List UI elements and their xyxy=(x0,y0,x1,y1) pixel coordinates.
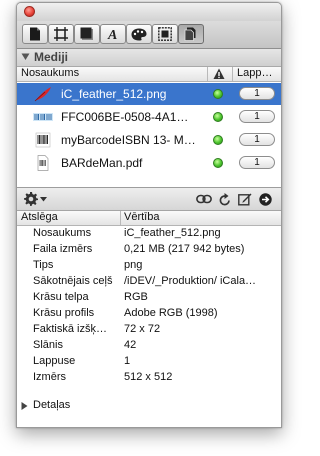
property-value: 72 x 72 xyxy=(124,323,161,335)
column-value-header[interactable]: Vērtība xyxy=(124,211,159,223)
page-badge[interactable]: 1 xyxy=(239,110,275,123)
document-icon xyxy=(30,27,40,41)
edit-icon xyxy=(237,193,251,206)
warning-icon[interactable] xyxy=(213,68,225,80)
status-ok-indicator xyxy=(213,89,223,99)
property-row: Tips png xyxy=(17,258,281,274)
column-separator xyxy=(232,67,233,81)
update-button[interactable] xyxy=(217,191,233,207)
document-tab[interactable] xyxy=(22,24,48,44)
media-name: myBarcodeISBN 13- M… xyxy=(61,133,196,147)
property-row: Faktiskā izšķ… 72 x 72 xyxy=(17,322,281,338)
image-frame-icon xyxy=(158,27,172,41)
property-row: Slānis 42 xyxy=(17,338,281,354)
media-section-title: Mediji xyxy=(34,50,69,64)
media-row[interactable]: BARdeMan.pdf 1 xyxy=(17,152,281,174)
property-value: 0,21 MB (217 942 bytes) xyxy=(124,243,245,255)
property-row: Lappuse 1 xyxy=(17,354,281,370)
media-list[interactable]: iC_feather_512.png 1 FFC006BE-0508-4A1… … xyxy=(17,82,281,183)
crop-tab[interactable] xyxy=(48,24,74,44)
media-name: BARdeMan.pdf xyxy=(61,156,143,170)
media-row[interactable]: myBarcodeISBN 13- M… 1 xyxy=(17,129,281,151)
column-key-header[interactable]: Atslēga xyxy=(21,211,58,223)
go-arrow-icon xyxy=(259,192,272,206)
property-key: Tips xyxy=(33,259,54,271)
property-row: Nosaukums iC_feather_512.png xyxy=(17,226,281,242)
pdf-file-icon xyxy=(37,155,49,171)
media-name: FFC006BE-0508-4A1… xyxy=(61,110,189,124)
column-name-header[interactable]: Nosaukums xyxy=(21,67,79,79)
media-icon xyxy=(184,27,196,41)
property-key: Krāsu profils xyxy=(33,307,95,319)
media-row[interactable]: iC_feather_512.png 1 xyxy=(17,83,281,105)
status-ok-indicator xyxy=(213,112,223,122)
page-badge[interactable]: 1 xyxy=(239,156,275,169)
gear-icon xyxy=(23,192,38,206)
action-menu-button[interactable] xyxy=(23,191,47,207)
page-badge[interactable]: 1 xyxy=(239,87,275,100)
property-key: Lappuse xyxy=(33,355,76,367)
text-tab[interactable]: A xyxy=(100,24,126,44)
property-row: Sākotnējais ceļš /iDEV/_Produktion/ iCal… xyxy=(17,274,281,290)
edit-original-button[interactable] xyxy=(236,191,253,207)
column-separator xyxy=(120,211,121,225)
property-value: Adobe RGB (1998) xyxy=(124,307,218,319)
barcode-isbn-icon xyxy=(35,132,51,148)
text-icon: A xyxy=(107,28,117,41)
image-tab[interactable] xyxy=(152,24,178,44)
property-key: Faila izmērs xyxy=(33,243,93,255)
property-value: /iDEV/_Produktion/ iCala… xyxy=(124,275,257,287)
go-to-link-button[interactable] xyxy=(257,191,274,207)
property-row: Izmērs 512 x 512 xyxy=(17,370,281,386)
palette-icon xyxy=(131,28,147,40)
link-icon xyxy=(196,194,212,204)
media-row[interactable]: FFC006BE-0508-4A1… 1 xyxy=(17,106,281,128)
media-table-header: Nosaukums Lapp… xyxy=(17,67,281,82)
property-row: Krāsu profils Adobe RGB (1998) xyxy=(17,306,281,322)
crop-frame-icon xyxy=(54,27,68,41)
media-section-header[interactable]: Mediji xyxy=(17,49,281,67)
media-tab[interactable] xyxy=(178,24,204,44)
media-inspector-window: A Mediji Nosaukums Lapp… iC_feather_512.… xyxy=(16,2,282,428)
shadow-box-icon xyxy=(80,27,93,40)
close-button[interactable] xyxy=(24,6,35,17)
media-name: iC_feather_512.png xyxy=(61,87,167,101)
property-row: Faila izmērs 0,21 MB (217 942 bytes) xyxy=(17,242,281,258)
disclosure-triangle-icon[interactable] xyxy=(21,402,28,410)
svg-text:A: A xyxy=(107,28,117,41)
feather-icon xyxy=(34,87,51,102)
properties-table-header: Atslēga Vērtība xyxy=(17,211,281,226)
property-value: iC_feather_512.png xyxy=(124,227,221,239)
properties-list: Nosaukums iC_feather_512.png Faila izmēr… xyxy=(17,226,281,427)
shadow-tab[interactable] xyxy=(74,24,100,44)
status-ok-indicator xyxy=(213,158,223,168)
property-value: png xyxy=(124,259,143,271)
property-value: RGB xyxy=(124,291,148,303)
color-tab[interactable] xyxy=(126,24,152,44)
property-key: Slānis xyxy=(33,339,63,351)
property-value: 1 xyxy=(124,355,131,367)
property-value: 42 xyxy=(124,339,137,351)
inspector-toolbar: A xyxy=(17,21,281,49)
title-bar[interactable] xyxy=(17,3,281,21)
column-pages-header[interactable]: Lapp… xyxy=(237,67,272,79)
property-row: Krāsu telpa RGB xyxy=(17,290,281,306)
refresh-icon xyxy=(219,192,230,205)
chevron-down-icon xyxy=(39,196,47,201)
disclosure-triangle-icon[interactable] xyxy=(21,52,30,61)
property-key: Sākotnējais ceļš xyxy=(33,275,113,287)
column-separator xyxy=(207,67,208,81)
relink-button[interactable] xyxy=(195,191,213,207)
property-value: 512 x 512 xyxy=(124,371,173,383)
property-key: Nosaukums xyxy=(33,227,92,239)
media-action-bar xyxy=(17,188,281,211)
barcode-icon xyxy=(33,113,53,121)
details-label: Detaļas xyxy=(33,399,71,411)
property-key: Izmērs xyxy=(33,371,66,383)
property-key: Krāsu telpa xyxy=(33,291,89,303)
property-key: Faktiskā izšķ… xyxy=(33,323,107,335)
page-badge[interactable]: 1 xyxy=(239,133,275,146)
status-ok-indicator xyxy=(213,135,223,145)
